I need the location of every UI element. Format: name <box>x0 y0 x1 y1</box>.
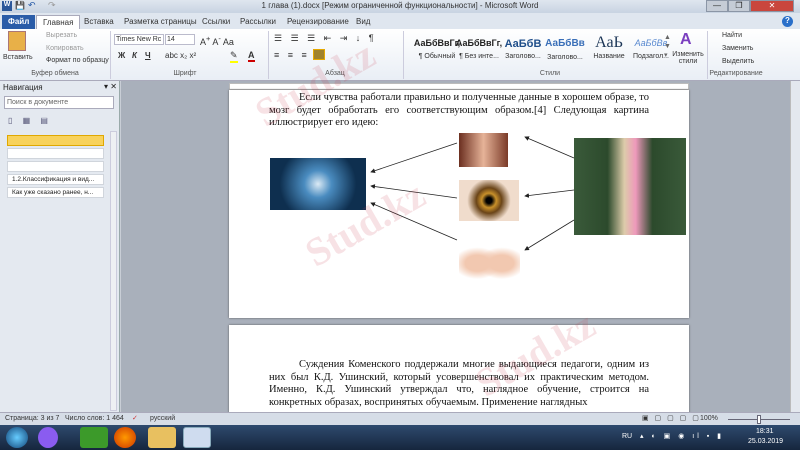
arrows <box>370 136 575 251</box>
input-language[interactable]: RU <box>622 433 632 440</box>
zoom-level[interactable]: 100% <box>700 415 718 422</box>
arrow-eye-brain <box>370 184 458 199</box>
list-buttons[interactable]: ☰ ☰ ☰ ⇤ ⇥ ↓ ¶ <box>274 33 377 44</box>
firefox-icon[interactable] <box>114 427 136 448</box>
title-bar: W 💾 ↶ ↷ 1 глава (1).docx [Режим ограниче… <box>0 0 800 13</box>
arrow-hands-brain <box>370 202 458 241</box>
format-painter-button[interactable]: Формат по образцу <box>46 57 109 64</box>
italic-button[interactable]: К <box>132 51 137 60</box>
word-count[interactable]: Число слов: 1 464 <box>65 415 124 422</box>
align-buttons[interactable]: ≡ ≡ ≡ <box>274 50 310 60</box>
find-button[interactable]: Найти <box>722 32 742 39</box>
arrow-ear-brain <box>370 142 458 173</box>
restore-button[interactable]: ❐ <box>728 0 750 12</box>
style-sample: АаБбВв <box>634 38 668 48</box>
select-button[interactable]: Выделить <box>722 58 754 65</box>
font-color-icon[interactable]: A <box>248 50 255 62</box>
change-styles-icon: A <box>680 31 692 48</box>
view-buttons[interactable]: ▣ ▢ ▢ ▢ ▢ <box>642 414 701 422</box>
explorer-icon[interactable] <box>148 427 176 448</box>
ribbon: Вставить Вырезать Копировать Формат по о… <box>0 29 800 81</box>
tray-icons[interactable]: ▴ ◐ ▣ ◉ ıl ▪ ▮ <box>640 432 724 440</box>
nav-close-icon[interactable]: ▾ ✕ <box>104 82 117 91</box>
strikethrough-subscript-superscript-buttons[interactable]: abc x₂ x² <box>165 51 196 60</box>
nav-heading-item[interactable] <box>7 148 104 159</box>
styles-group-label: Стили <box>539 70 561 77</box>
nav-heading-item[interactable] <box>7 135 104 146</box>
status-bar: Страница: 3 из 7 Число слов: 1 464 ✓ рус… <box>0 412 800 425</box>
paste-button[interactable]: Вставить <box>3 54 33 61</box>
alice-icon[interactable] <box>38 427 58 448</box>
help-icon[interactable]: ? <box>782 16 793 27</box>
nav-heading-item[interactable]: 1.2.Классификация и вид... <box>7 174 104 185</box>
font-group-label: Шрифт <box>173 70 197 77</box>
tab-page-layout[interactable]: Разметка страницы <box>118 15 203 29</box>
nav-heading-item[interactable] <box>7 161 104 172</box>
document-area: Если чувства работали правильно и получе… <box>121 81 790 412</box>
utorrent-icon[interactable] <box>80 427 108 448</box>
justify-button[interactable] <box>313 49 325 60</box>
nav-view-tabs[interactable]: ▯ ▦ ▤ <box>8 116 52 125</box>
zoom-slider-thumb[interactable] <box>757 415 761 424</box>
ribbon-tabs: Файл Главная Вставка Разметка страницы С… <box>0 13 800 29</box>
nav-heading-item[interactable]: Как уже сказано ранее, н... <box>7 187 104 198</box>
nav-search-input[interactable]: Поиск в документе <box>4 96 114 109</box>
replace-button[interactable]: Заменить <box>722 45 753 52</box>
tab-insert[interactable]: Вставка <box>78 15 120 29</box>
arrow-teacher-hands <box>524 219 575 251</box>
tab-review[interactable]: Рецензирование <box>281 15 355 29</box>
word-taskbar-icon[interactable] <box>183 427 211 448</box>
change-styles-button[interactable]: Изменить стили <box>672 51 704 65</box>
tab-home[interactable]: Главная <box>36 15 81 29</box>
tab-references[interactable]: Ссылки <box>196 15 236 29</box>
close-button[interactable]: ✕ <box>750 0 794 12</box>
nav-title: Навигация <box>3 83 43 92</box>
underline-button[interactable]: Ч <box>145 51 151 60</box>
highlight-icon[interactable]: ✎ <box>230 50 238 63</box>
vertical-scrollbar[interactable] <box>790 81 800 412</box>
language[interactable]: русский <box>150 415 175 422</box>
font-size-select[interactable]: 14 <box>165 34 195 45</box>
clipboard-group-label: Буфер обмена <box>31 70 79 77</box>
styles-scroll-buttons[interactable]: ▲ ▼ ▾ <box>664 33 671 60</box>
paragraph-group-label: Абзац <box>325 70 345 77</box>
page: Если чувства работали правильно и получе… <box>229 90 689 318</box>
editing-group-label: Редактирование <box>709 70 763 77</box>
clock-time[interactable]: 18:31 <box>756 428 774 435</box>
clock-date[interactable]: 25.03.2019 <box>748 438 783 445</box>
copy-button[interactable]: Копировать <box>46 45 84 52</box>
page: Суждения Коменского поддержали многие вы… <box>229 325 689 412</box>
font-name-select[interactable]: Times New Rc <box>114 34 164 45</box>
navigation-pane: Навигация ▾ ✕ Поиск в документе ▯ ▦ ▤ 1.… <box>0 81 120 412</box>
page-count[interactable]: Страница: 3 из 7 <box>5 415 59 422</box>
taskbar: RU ▴ ◐ ▣ ◉ ıl ▪ ▮ 18:31 25.03.2019 <box>0 425 800 450</box>
bold-button[interactable]: Ж <box>118 51 125 60</box>
minimize-button[interactable]: — <box>706 0 728 12</box>
paragraph: Суждения Коменского поддержали многие вы… <box>269 359 649 408</box>
arrow-teacher-eye <box>524 189 575 198</box>
tab-view[interactable]: Вид <box>350 15 376 29</box>
paste-icon[interactable] <box>8 31 26 51</box>
nav-scrollbar[interactable] <box>110 131 117 411</box>
nav-item-label: 1.2.Классификация и вид... <box>12 176 95 183</box>
grow-font-button[interactable]: A+ A- Aa <box>200 34 234 47</box>
proofing-icon[interactable]: ✓ <box>132 414 138 422</box>
tab-mailings[interactable]: Рассылки <box>234 15 282 29</box>
tab-file[interactable]: Файл <box>2 15 36 29</box>
cut-button[interactable]: Вырезать <box>46 32 77 39</box>
window-title: 1 глава (1).docx [Режим ограниченной фун… <box>261 1 539 10</box>
start-button[interactable] <box>6 427 28 448</box>
horizontal-ruler[interactable] <box>229 83 689 90</box>
nav-item-label: Как уже сказано ранее, н... <box>12 189 94 196</box>
arrow-teacher-ear <box>524 136 575 159</box>
